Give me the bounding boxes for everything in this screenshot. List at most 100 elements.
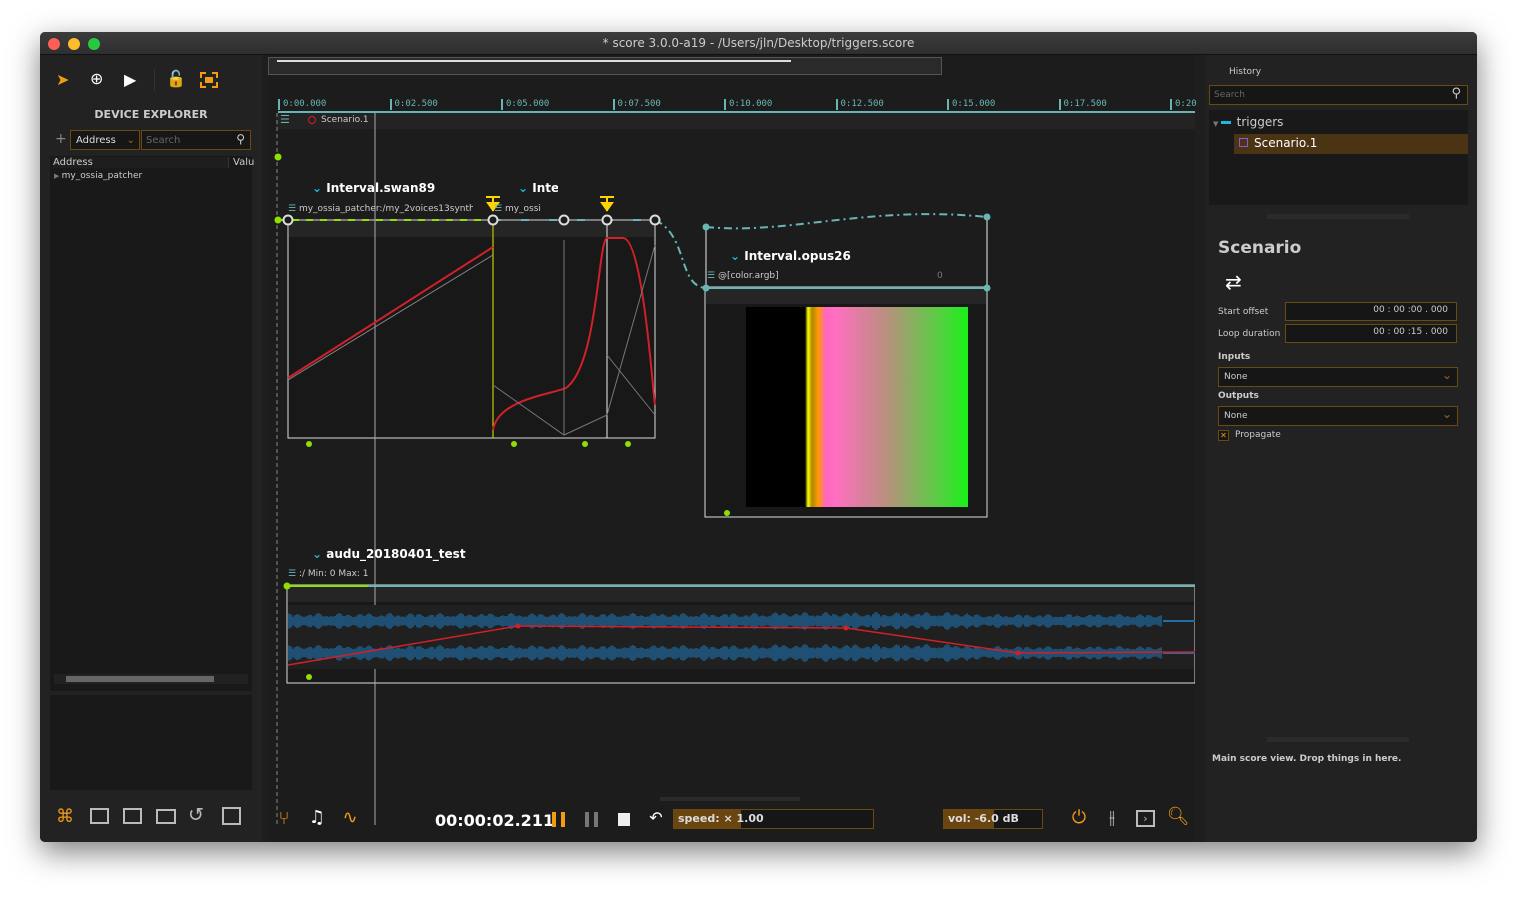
scroll-handle[interactable] xyxy=(660,797,800,801)
tree-item[interactable]: ▶ my_ossia_patcher xyxy=(54,171,142,181)
pause-icon[interactable] xyxy=(552,812,565,827)
transport-time: 00:00:02.211 xyxy=(435,811,555,830)
search-zoom-icon[interactable]: 🔍︎ xyxy=(1166,806,1190,827)
select-arrow-icon[interactable]: ➤ xyxy=(56,70,69,89)
splitter-handle[interactable] xyxy=(1267,737,1409,742)
chevron-down-icon[interactable]: ⌄ xyxy=(730,249,744,263)
automation-point xyxy=(515,623,521,629)
add-circle-icon[interactable]: ⊕ xyxy=(90,69,103,88)
process-box xyxy=(287,219,494,439)
add-device-button[interactable]: + xyxy=(55,131,67,147)
music-note-icon[interactable]: ♫ xyxy=(305,807,329,828)
inspector-panel: History Search ⚲ ▼ triggers Scenario.1 Sc… xyxy=(1205,55,1477,842)
history-icon[interactable]: ↺ xyxy=(188,804,204,826)
start-offset-input[interactable]: 00 : 00 :00 . 000 xyxy=(1285,302,1457,321)
scenario-icon xyxy=(1220,121,1231,124)
stop-icon[interactable] xyxy=(618,813,630,826)
collapse-arrow-icon[interactable]: ▼ xyxy=(1213,120,1221,128)
interval-opus26-title[interactable]: ⌄ Interval.opus26 xyxy=(730,249,851,263)
menu-icon[interactable]: ☰ xyxy=(288,204,299,214)
process-header-bg xyxy=(494,221,606,237)
history-search-input[interactable]: Search ⚲ xyxy=(1209,85,1468,105)
chevron-down-icon[interactable]: ⌄ xyxy=(312,181,326,195)
search-icon: ⚲ xyxy=(236,132,245,146)
play-icon[interactable]: ▶ xyxy=(124,70,136,89)
reinit-icon[interactable]: ↶ xyxy=(644,808,668,827)
process-header[interactable]: ☰ :/ Min: 0 Max: 1 xyxy=(288,569,369,579)
splitter-handle[interactable] xyxy=(1267,214,1409,219)
process-label: @[color.argb] xyxy=(717,271,779,281)
inputs-select[interactable]: None ⌄ xyxy=(1218,367,1458,387)
expand-arrow-icon[interactable]: ▶ xyxy=(54,172,62,180)
app-window: * score 3.0.0-a19 - /Users/jln/Desktop/t… xyxy=(40,32,1477,842)
status-text: Main score view. Drop things in here. xyxy=(1212,754,1402,764)
speed-slider[interactable]: speed: × 1.00 xyxy=(673,809,874,829)
log-icon[interactable] xyxy=(222,807,241,825)
event-node xyxy=(274,153,282,161)
color-gradient[interactable] xyxy=(746,307,968,507)
state-node xyxy=(649,214,661,226)
history-title: History xyxy=(1229,67,1262,77)
menu-icon[interactable]: ☰ xyxy=(288,569,299,579)
curve-view-icon[interactable] xyxy=(90,808,109,824)
interval-audio-title[interactable]: ⌄ audu_20180401_test xyxy=(312,547,466,561)
console-icon[interactable]: › xyxy=(1136,810,1155,827)
inspector-title: Scenario xyxy=(1218,238,1302,258)
process-value: 0 xyxy=(937,271,943,281)
speed-label: speed: × 1.00 xyxy=(678,812,764,825)
column-value[interactable]: Valu xyxy=(233,157,254,168)
panel-title: DEVICE EXPLORER xyxy=(94,108,208,121)
device-icon[interactable] xyxy=(123,808,142,824)
menu-icon[interactable]: ☰ xyxy=(707,271,718,281)
port-node xyxy=(724,510,730,516)
process-label: :/ Min: 0 Max: 1 xyxy=(298,569,369,579)
chevron-down-icon[interactable]: ⌄ xyxy=(312,547,326,561)
inputs-value: None xyxy=(1224,372,1248,382)
pause-all-icon[interactable] xyxy=(585,812,598,827)
volume-slider[interactable]: vol: -6.0 dB xyxy=(943,809,1043,829)
column-address[interactable]: Address xyxy=(53,157,229,168)
tree-item-root[interactable]: ▼ triggers xyxy=(1213,115,1283,129)
outputs-select[interactable]: None ⌄ xyxy=(1218,406,1458,426)
address-select[interactable]: Address ⌄ xyxy=(70,130,140,150)
branch-icon[interactable]: ⑂ xyxy=(272,808,296,829)
process-header-bg xyxy=(608,221,654,237)
power-icon[interactable]: ⏻ xyxy=(1067,807,1091,828)
inputs-label: Inputs xyxy=(1218,352,1251,362)
loop-duration-input[interactable]: 00 : 00 :15 . 000 xyxy=(1285,324,1457,343)
chevron-down-icon[interactable]: ⌄ xyxy=(518,181,532,195)
process-header-bg xyxy=(706,288,986,304)
process-header[interactable]: ☰ my_ossia_patcher:/my_2voices13synth xyxy=(288,204,473,214)
tree-item-label: my_ossia_patcher xyxy=(61,171,143,181)
mixer-icon[interactable]: ⫲ xyxy=(1100,807,1124,828)
tree-item-selected[interactable]: Scenario.1 xyxy=(1234,134,1468,154)
search-placeholder: Search xyxy=(1214,90,1245,100)
event-node xyxy=(702,284,710,292)
loop-icon[interactable]: ⇄ xyxy=(1225,270,1242,294)
process-box xyxy=(492,219,608,439)
search-input[interactable]: Search ⚲ xyxy=(141,130,251,150)
interval-inte-title[interactable]: ⌄ Inte xyxy=(518,181,558,195)
state-node xyxy=(601,214,613,226)
lock-icon[interactable]: 🔓 xyxy=(166,69,186,88)
fit-frame-icon[interactable] xyxy=(200,72,218,88)
trigger-icon xyxy=(600,196,614,212)
timeline-view[interactable]: 0:00.000 0:02.500 0:05.000 0:07.500 0:10.000… xyxy=(268,55,1197,842)
loop-duration-label: Loop duration xyxy=(1218,329,1281,339)
interval-line xyxy=(654,219,706,289)
menu-icon[interactable]: ☰ xyxy=(494,204,505,214)
chevron-down-icon: ⌄ xyxy=(126,135,135,146)
process-header[interactable]: ☰ my_ossi xyxy=(494,204,541,214)
scenario-canvas[interactable] xyxy=(268,55,1195,842)
process-header[interactable]: ☰ @[color.argb] 0 xyxy=(707,271,987,281)
automation-point xyxy=(1015,650,1021,656)
propagate-checkbox[interactable]: ✕ xyxy=(1218,430,1229,441)
horizontal-scrollbar[interactable] xyxy=(54,674,248,684)
curve-icon[interactable]: ∿ xyxy=(338,807,362,828)
folder-icon[interactable] xyxy=(156,809,176,824)
interval-swan89-title[interactable]: ⌄ Interval.swan89 xyxy=(312,181,435,195)
interval-line xyxy=(705,213,988,230)
fit-icon[interactable]: ⌘ xyxy=(56,806,74,827)
toolbar-divider xyxy=(154,69,155,91)
interval-label: Interval.swan89 xyxy=(326,181,436,195)
